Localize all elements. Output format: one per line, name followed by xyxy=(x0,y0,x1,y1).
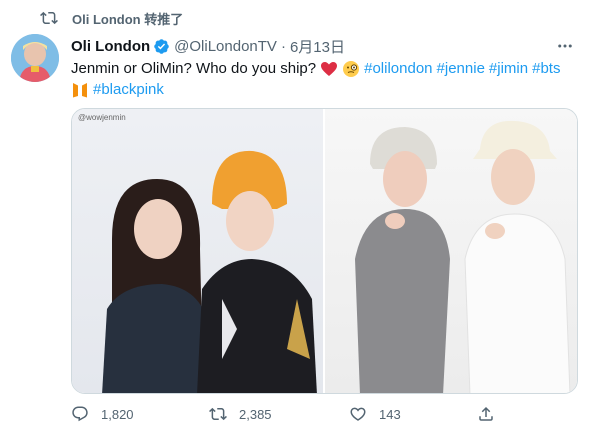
author-handle[interactable]: @OliLondonTV xyxy=(174,38,277,55)
hashtag-link[interactable]: #bts xyxy=(532,58,560,79)
hashtag-link[interactable]: #jennie xyxy=(437,58,485,79)
hashtag-link[interactable]: #olilondon xyxy=(364,58,432,79)
like-button[interactable]: 143 xyxy=(349,402,401,426)
media-photo-left[interactable]: @wowjenmin xyxy=(72,109,325,393)
red-heart-emoji xyxy=(320,60,338,78)
share-button[interactable] xyxy=(477,402,507,426)
photo-people-right xyxy=(354,120,570,393)
separator-dot: · xyxy=(280,38,286,55)
retweet-button[interactable]: 2,385 xyxy=(209,402,272,426)
tweet-text: Jenmin or OliMin? Who do you ship? #olil… xyxy=(71,58,576,100)
share-icon xyxy=(479,406,493,421)
tweet-actions: 1,820 2,385 143 xyxy=(71,402,511,426)
verified-badge-icon xyxy=(153,38,170,55)
author-name[interactable]: Oli London xyxy=(71,38,150,55)
orange-heart-bts-emoji xyxy=(71,81,89,99)
tweet-media[interactable]: @wowjenmin xyxy=(71,108,578,394)
face-with-monocle-emoji xyxy=(342,60,360,78)
retweet-label: Oli London 转推了 xyxy=(72,11,184,27)
tweet-body: Jenmin or OliMin? Who do you ship? xyxy=(71,60,317,77)
avatar[interactable] xyxy=(11,34,59,82)
tweet-header: Oli London @OliLondonTV · 6月13日 xyxy=(71,36,345,57)
avatar-image xyxy=(11,34,59,82)
photo-watermark: @wowjenmin xyxy=(78,113,126,122)
more-options-icon[interactable] xyxy=(556,37,574,55)
photo-people-left xyxy=(102,150,317,393)
reply-count: 1,820 xyxy=(101,406,134,422)
reply-button[interactable]: 1,820 xyxy=(71,402,134,426)
retweet-icon xyxy=(209,407,227,421)
like-count: 143 xyxy=(379,406,401,422)
media-photo-right[interactable] xyxy=(324,109,577,393)
retweet-icon xyxy=(40,9,58,27)
retweet-indicator[interactable]: Oli London 转推了 xyxy=(40,9,183,27)
retweet-count: 2,385 xyxy=(239,406,272,422)
heart-icon xyxy=(350,407,366,421)
reply-icon xyxy=(72,406,88,422)
hashtag-link[interactable]: #blackpink xyxy=(93,79,164,100)
hashtag-link[interactable]: #jimin xyxy=(489,58,528,79)
tweet-date[interactable]: 6月13日 xyxy=(290,36,345,57)
